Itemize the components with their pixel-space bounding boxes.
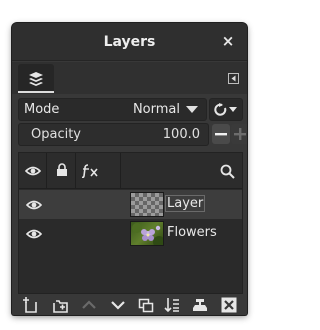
layer-name[interactable]: Flowers <box>167 225 217 240</box>
active-tab-indicator <box>18 91 54 93</box>
composite-mode-icon <box>214 103 237 116</box>
effects-column-header[interactable] <box>76 153 121 189</box>
lock-icon <box>57 163 67 176</box>
close-icon[interactable]: × <box>219 32 237 50</box>
anchor-layer-button[interactable] <box>192 297 208 313</box>
flowers-image <box>132 223 163 245</box>
layers-stack-icon <box>29 72 43 86</box>
anchor-layer-icon <box>193 299 207 311</box>
duplicate-layer-button[interactable] <box>138 297 154 313</box>
tab-layers[interactable] <box>18 64 54 92</box>
layers-toolbar <box>12 295 247 315</box>
raise-layer-icon <box>82 300 96 309</box>
duplicate-layer-icon <box>138 298 154 313</box>
delete-layer-icon <box>221 297 237 313</box>
new-layer-icon <box>23 297 37 313</box>
tab-menu-icon[interactable] <box>228 73 239 84</box>
dialog-title: Layers <box>103 34 156 50</box>
layer-row[interactable]: Flowers <box>19 219 242 248</box>
mode-value: Normal <box>132 102 180 117</box>
lower-layer-button[interactable] <box>110 297 126 313</box>
opacity-field[interactable]: Opacity 100.0 <box>18 123 209 146</box>
dock-tab-strip <box>12 62 247 94</box>
search-icon[interactable] <box>220 164 235 179</box>
layer-name[interactable]: Layer <box>164 195 206 212</box>
eye-icon <box>25 166 41 176</box>
raise-layer-button[interactable] <box>81 297 97 313</box>
merge-down-button[interactable] <box>164 297 180 313</box>
composite-mode-button[interactable] <box>209 98 243 121</box>
mode-select[interactable]: Mode Normal <box>18 98 207 121</box>
fx-icon <box>82 164 98 178</box>
layers-list: Layer Flowers <box>18 152 243 294</box>
new-layer-group-button[interactable] <box>52 297 68 313</box>
new-layer-group-icon <box>53 300 68 313</box>
eye-icon[interactable] <box>26 199 42 211</box>
visibility-column-header[interactable] <box>19 153 47 189</box>
merge-down-icon <box>164 298 179 313</box>
minus-icon <box>215 133 227 136</box>
lock-column-header[interactable] <box>47 153 76 189</box>
title-bar[interactable]: Layers × <box>12 23 247 61</box>
plus-icon <box>234 128 246 140</box>
eye-icon[interactable] <box>26 228 42 240</box>
mode-label: Mode <box>24 102 60 117</box>
chevron-down-icon <box>186 106 198 113</box>
opacity-decrease-button[interactable] <box>212 124 230 144</box>
opacity-increase-button[interactable] <box>231 124 247 144</box>
delete-layer-button[interactable] <box>221 297 237 313</box>
layer-thumbnail <box>130 221 164 246</box>
opacity-value: 100.0 <box>162 127 200 142</box>
opacity-label: Opacity <box>31 127 82 142</box>
lower-layer-icon <box>111 301 125 310</box>
layer-row[interactable]: Layer <box>19 190 242 219</box>
layer-thumbnail <box>130 192 164 217</box>
layers-dialog: Layers × Mode Normal Opacity 100.0 Layer… <box>12 23 247 315</box>
layers-list-header <box>19 153 242 189</box>
new-layer-button[interactable] <box>22 297 38 313</box>
